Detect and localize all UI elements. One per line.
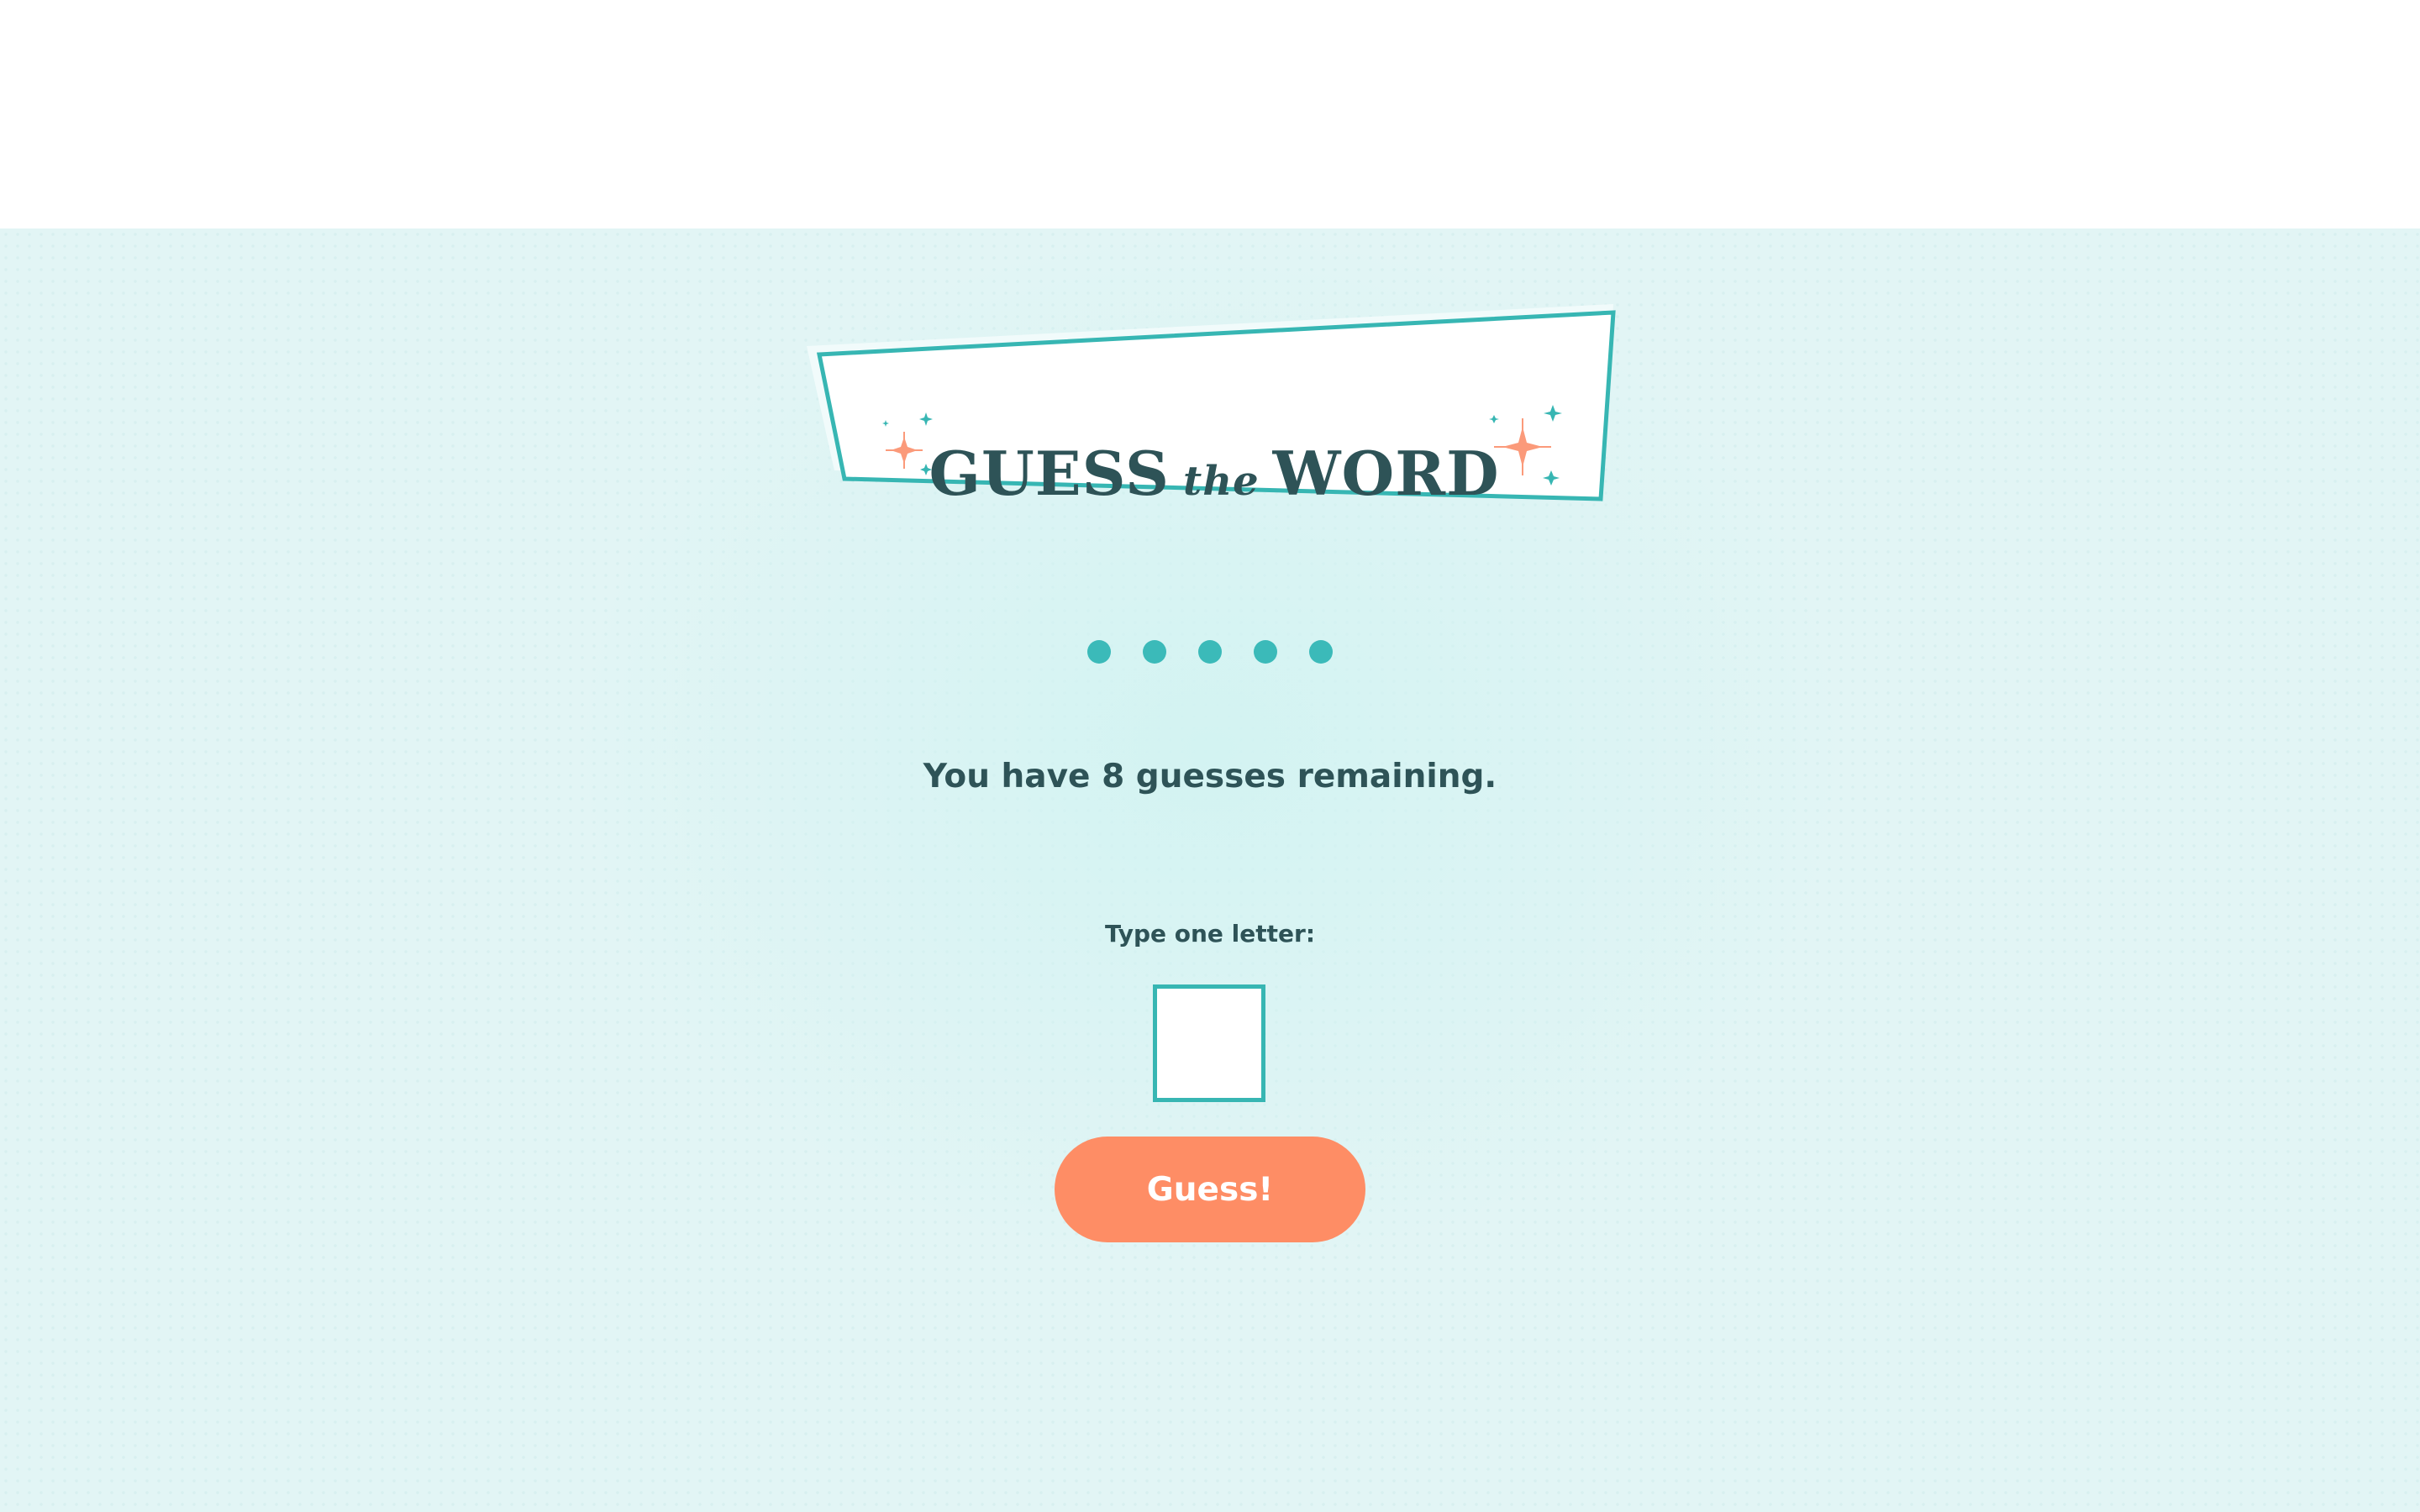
guess-button[interactable]: Guess! [1055,1137,1365,1242]
letter-input[interactable] [1153,984,1265,1102]
title-word: WORD [1272,438,1500,509]
word-in-progress [0,640,2420,664]
letter-placeholder-dot [1143,640,1166,664]
title-the: the [1183,458,1260,505]
letter-placeholder-dot [1198,640,1222,664]
game-title: GUESS the WORD [798,444,1630,504]
letter-input-label: Type one letter: [1104,920,1316,948]
remaining-guesses-message: You have 8 guesses remaining. [923,758,1497,795]
letter-placeholder-dot [1254,640,1277,664]
title-guess: GUESS [929,438,1171,509]
game-area: GUESS the WORD You have 8 guesses remainin… [0,228,2420,1512]
top-blank-area [0,0,2420,228]
letter-placeholder-dot [1087,640,1111,664]
title-sign: GUESS the WORD [798,304,1630,531]
letter-placeholder-dot [1309,640,1333,664]
